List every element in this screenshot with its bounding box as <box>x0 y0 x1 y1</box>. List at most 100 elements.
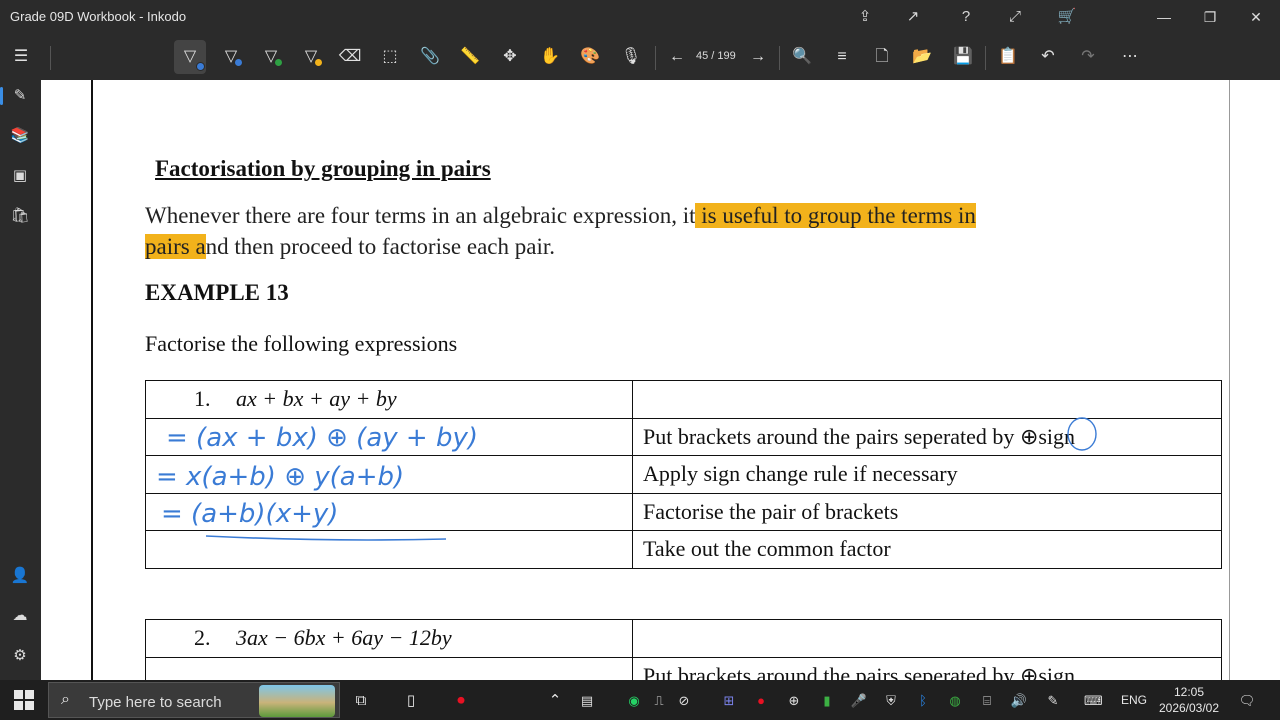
help-icon[interactable]: ? <box>954 6 978 28</box>
windows-logo-tile <box>25 690 34 699</box>
pen-tray-icon[interactable]: ✎ <box>1044 692 1062 710</box>
calculator-app-icon[interactable]: ▯ <box>400 690 422 712</box>
cloud-icon[interactable]: ☁ <box>8 604 32 628</box>
pen-3-button[interactable]: ▽ <box>258 44 284 70</box>
eraser-icon[interactable]: ⌫ <box>337 44 363 70</box>
microphone-tray-icon[interactable]: 🎤 <box>850 692 868 710</box>
highlighted-text: pairs a <box>145 234 206 259</box>
whatsapp-icon[interactable]: ◉ <box>625 692 643 710</box>
camera-off-icon[interactable]: ⊘ <box>675 692 693 710</box>
taskbar-search[interactable]: ⌕ Type here to search <box>48 682 340 718</box>
toolbar-divider <box>985 46 986 70</box>
recorder-app-icon[interactable]: ⏺ <box>450 690 472 712</box>
fullscreen-icon[interactable]: ⤢ <box>1003 6 1027 28</box>
table-row: Put brackets around the pairs seperated … <box>145 656 1222 680</box>
battery-icon[interactable]: ▮ <box>818 692 836 710</box>
table-row: 1. ax + bx + ay + by <box>145 380 1222 419</box>
table-row: Factorise the pair of brackets <box>145 492 1222 531</box>
minimize-button[interactable]: — <box>1141 0 1187 34</box>
clock-date: 2026/03/02 <box>1158 701 1220 715</box>
question-cell: 1. ax + bx + ay + by <box>145 380 633 419</box>
cart-icon[interactable]: 🛒 <box>1055 6 1079 28</box>
hand-icon[interactable]: ✋ <box>537 44 563 70</box>
settings-gear-icon[interactable]: ⚙ <box>8 644 32 668</box>
table-cell <box>145 417 633 456</box>
open-folder-icon[interactable]: 📂 <box>909 44 935 70</box>
pen-2-button[interactable]: ▽ <box>218 44 244 70</box>
notifications-icon[interactable]: 🗨 <box>1238 692 1256 710</box>
table-row: Put brackets around the pairs seperated … <box>145 417 1222 456</box>
more-icon[interactable]: ⋯ <box>1117 44 1143 70</box>
steps-table-1: 1. ax + bx + ay + by Put brackets around … <box>145 380 1222 569</box>
document-canvas[interactable]: Factorisation by grouping in pairs Whene… <box>41 80 1280 680</box>
next-page-icon[interactable]: → <box>745 44 771 70</box>
toolbar-divider <box>655 46 656 70</box>
store-icon[interactable]: 🛍 <box>8 204 32 228</box>
start-button[interactable] <box>14 690 34 710</box>
example-title: EXAMPLE 13 <box>145 280 289 305</box>
table-row: Apply sign change rule if necessary <box>145 455 1222 494</box>
pen-1-button[interactable]: ▽ <box>174 40 206 74</box>
question-number: 1. <box>194 386 211 412</box>
defender-icon[interactable]: ⛨ <box>882 692 900 710</box>
record-icon[interactable]: ● <box>752 692 770 710</box>
step-cell: Apply sign change rule if necessary <box>632 455 1222 494</box>
palette-icon[interactable]: 🎨 <box>577 44 603 70</box>
restore-button[interactable]: ❐ <box>1187 0 1233 34</box>
save-icon[interactable]: 💾 <box>950 44 976 70</box>
table-cell <box>632 619 1222 658</box>
task-view-icon[interactable]: ⧉ <box>350 690 372 712</box>
page-right-border <box>1229 80 1230 680</box>
app-tray-icon[interactable]: ◍ <box>946 692 964 710</box>
plus-symbol: ⊕ <box>1019 662 1039 680</box>
pen-color-dot <box>274 58 283 67</box>
person-search-icon[interactable]: 👤 <box>8 564 32 588</box>
ink-tool-icon[interactable]: ✎ <box>0 84 32 108</box>
tray-overflow-icon[interactable]: ⌃ <box>544 690 566 712</box>
clipboard-icon[interactable]: 📋 <box>995 44 1021 70</box>
search-placeholder: Type here to search <box>89 694 222 711</box>
media-icon[interactable]: ▣ <box>8 164 32 188</box>
clock[interactable]: 12:05 2026/03/02 <box>1150 684 1228 716</box>
move-icon[interactable]: ✥ <box>497 44 523 70</box>
window-title: Grade 09D Workbook - Inkodo <box>10 9 187 24</box>
globe-icon[interactable]: ⊕ <box>785 692 803 710</box>
redo-icon[interactable]: ↷ <box>1075 44 1101 70</box>
microphone-icon[interactable]: 🎙 <box>618 44 644 70</box>
language-indicator[interactable]: ENG <box>1121 693 1147 707</box>
paragraph-text: Whenever there are four terms in an alge… <box>145 203 696 228</box>
table-row: 2. 3ax − 6bx + 6ay − 12by <box>145 619 1222 658</box>
instruction-text: Factorise the following expressions <box>145 331 458 356</box>
undo-icon[interactable]: ↶ <box>1035 44 1061 70</box>
prev-page-icon[interactable]: ← <box>664 44 690 70</box>
export-icon[interactable]: ↗ <box>901 6 925 28</box>
zoom-icon[interactable]: 🔍 <box>789 44 815 70</box>
share-icon[interactable]: ⇪ <box>853 6 877 28</box>
question-expression: ax + bx + ay + by <box>236 386 397 412</box>
question-number: 2. <box>194 625 211 651</box>
ruler-icon[interactable]: 📏 <box>457 44 483 70</box>
attach-icon[interactable]: 📎 <box>417 44 443 70</box>
new-page-icon[interactable]: 🗋 <box>869 44 895 70</box>
step-cell: Factorise the pair of brackets <box>632 492 1222 531</box>
meet-icon[interactable]: ▤ <box>578 692 596 710</box>
highlighter-button[interactable]: ▽ <box>298 44 324 70</box>
network-icon[interactable]: ⌸ <box>978 692 996 710</box>
hamburger-menu-icon[interactable]: ☰ <box>8 44 34 70</box>
intro-paragraph-line2: pairs and then proceed to factorise each… <box>145 231 1195 262</box>
settings-sliders-icon[interactable]: ≡ <box>829 44 855 70</box>
teams-icon[interactable]: ⊞ <box>720 692 738 710</box>
volume-icon[interactable]: 🔊 <box>1010 692 1028 710</box>
bluetooth-icon[interactable]: ᛒ <box>914 692 932 710</box>
keyboard-icon[interactable]: ⌨ <box>1084 692 1103 710</box>
library-icon[interactable]: 📚 <box>8 124 32 148</box>
usb-icon[interactable]: ⎍ <box>650 692 668 710</box>
step-suffix: sign <box>1038 423 1076 449</box>
step-cell: Put brackets around the pairs seperated … <box>632 656 1222 680</box>
step-cell: Put brackets around the pairs seperated … <box>632 417 1222 456</box>
step-suffix: sign <box>1038 662 1076 680</box>
lasso-select-icon[interactable]: ⬚ <box>377 44 403 70</box>
close-button[interactable]: ✕ <box>1233 0 1279 34</box>
page-indicator: 45 / 199 <box>696 50 736 62</box>
pen-color-dot <box>234 58 243 67</box>
